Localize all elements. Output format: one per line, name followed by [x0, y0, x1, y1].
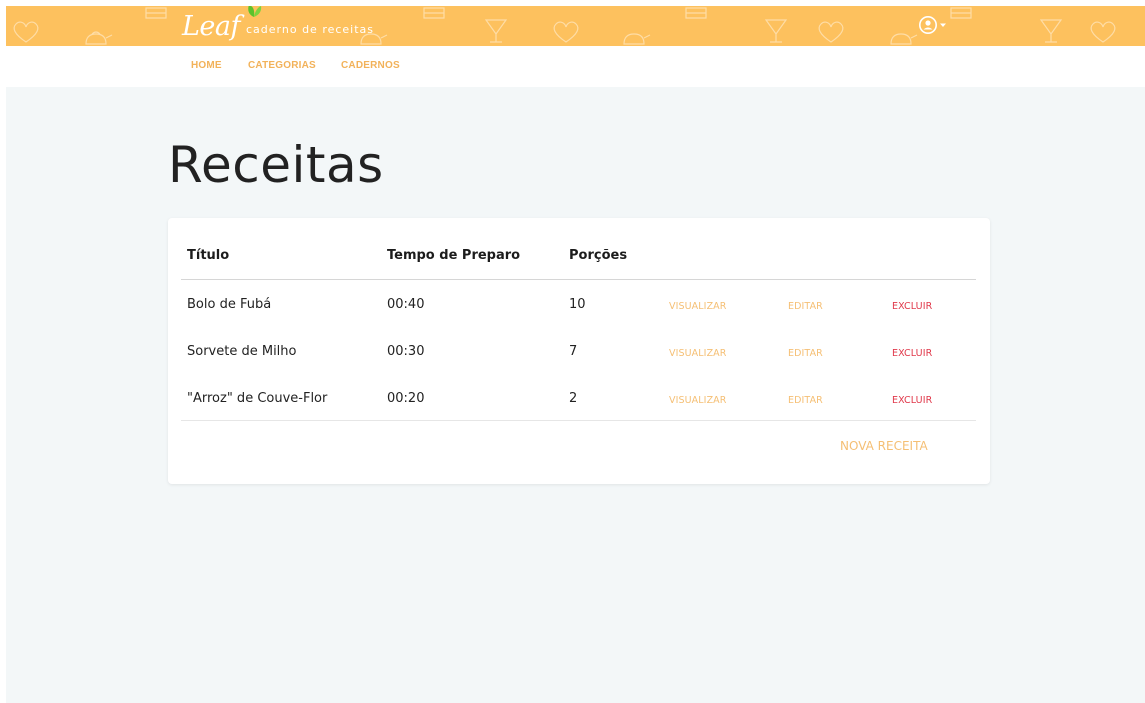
table-row: Sorvete de Milho 00:30 7 VISUALIZAR EDIT…	[168, 344, 990, 391]
delete-button[interactable]: EXCLUIR	[892, 395, 932, 406]
heart-icon	[1090, 21, 1116, 43]
footer-divider	[181, 420, 976, 421]
page-title: Receitas	[168, 136, 384, 194]
view-button[interactable]: VISUALIZAR	[669, 395, 727, 406]
user-circle-icon	[919, 16, 937, 34]
column-header-title: Título	[187, 248, 230, 263]
table-row: Bolo de Fubá 00:40 10 VISUALIZAR EDITAR …	[168, 297, 990, 344]
cocktail-glass-icon	[764, 19, 788, 43]
cocktail-glass-icon	[484, 19, 508, 43]
food-pattern-background	[13, 7, 1116, 45]
teapot-icon	[623, 33, 651, 45]
heart-icon	[13, 21, 39, 43]
recipe-prep-time: 00:30	[387, 344, 425, 359]
recipes-card: Título Tempo de Preparo Porções Bolo de …	[168, 218, 990, 484]
teapot-icon	[85, 31, 113, 45]
table-row: "Arroz" de Couve-Flor 00:20 2 VISUALIZAR…	[168, 391, 990, 438]
teapot-icon	[890, 33, 918, 45]
cake-icon	[950, 7, 972, 19]
cocktail-glass-icon	[1039, 19, 1063, 43]
user-menu[interactable]	[918, 15, 946, 35]
logo-tagline: caderno de receitas	[246, 22, 375, 36]
recipe-title: "Arroz" de Couve-Flor	[187, 391, 328, 406]
main-nav: HOME CATEGORIAS CADERNOS	[6, 46, 1145, 87]
logo-wordmark: Leaf	[182, 10, 241, 42]
cake-icon	[423, 7, 445, 19]
app-frame: Leaf caderno de receitas HOME CATEGORIAS…	[6, 6, 1145, 703]
column-header-portions: Porções	[569, 248, 628, 263]
caret-down-icon	[940, 23, 946, 27]
edit-button[interactable]: EDITAR	[788, 395, 823, 406]
recipe-prep-time: 00:40	[387, 297, 425, 312]
delete-button[interactable]: EXCLUIR	[892, 301, 932, 312]
leaf-icon	[248, 6, 262, 17]
new-recipe-button[interactable]: NOVA RECEITA	[840, 439, 928, 453]
column-header-prep-time: Tempo de Preparo	[387, 248, 521, 263]
heart-icon	[818, 21, 844, 43]
logo[interactable]: Leaf caderno de receitas	[182, 6, 374, 46]
cake-icon	[145, 7, 167, 19]
view-button[interactable]: VISUALIZAR	[669, 301, 727, 312]
cake-icon	[685, 7, 707, 19]
edit-button[interactable]: EDITAR	[788, 348, 823, 359]
recipe-portions: 10	[569, 297, 586, 312]
recipe-title: Sorvete de Milho	[187, 344, 297, 359]
nav-categorias[interactable]: CATEGORIAS	[248, 60, 316, 71]
edit-button[interactable]: EDITAR	[788, 301, 823, 312]
top-bar: Leaf caderno de receitas	[6, 6, 1145, 46]
heart-icon	[553, 21, 579, 43]
header-divider	[181, 279, 976, 280]
nav-home[interactable]: HOME	[191, 60, 222, 71]
recipe-portions: 2	[569, 391, 578, 406]
view-button[interactable]: VISUALIZAR	[669, 348, 727, 359]
delete-button[interactable]: EXCLUIR	[892, 348, 932, 359]
recipe-portions: 7	[569, 344, 578, 359]
recipe-prep-time: 00:20	[387, 391, 425, 406]
nav-cadernos[interactable]: CADERNOS	[341, 60, 400, 71]
recipe-title: Bolo de Fubá	[187, 297, 272, 312]
